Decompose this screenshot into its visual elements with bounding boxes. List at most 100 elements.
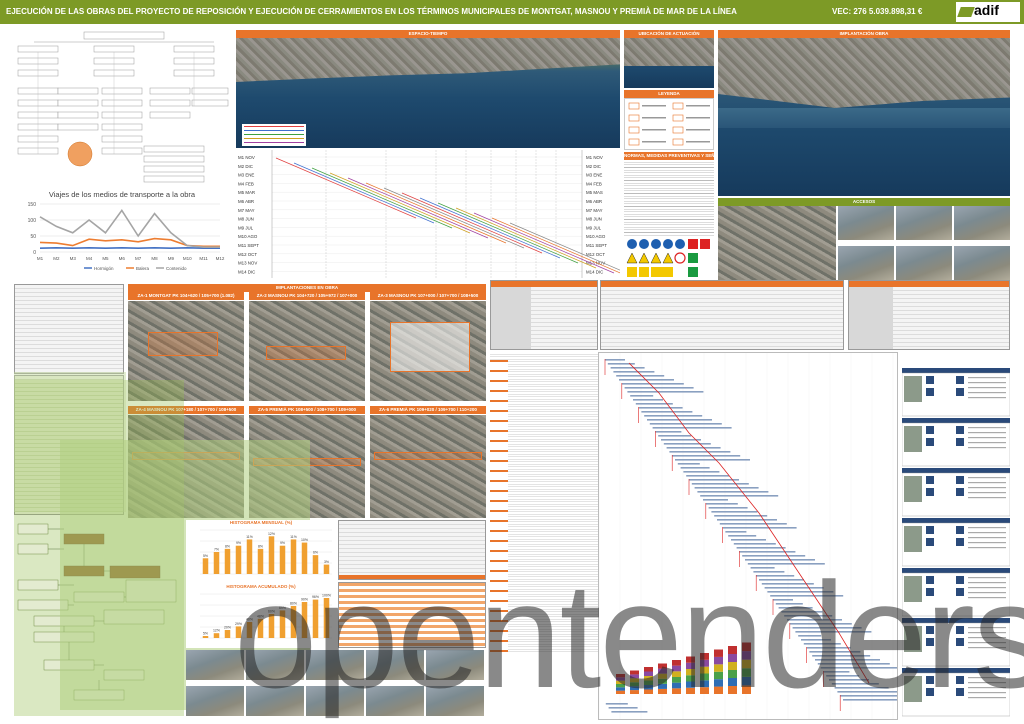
implantacion-header: IMPLANTACIÓN OBRA <box>718 30 1010 38</box>
risk-card-text <box>968 527 1006 529</box>
gantt-bar <box>683 471 720 473</box>
y-tick-label: 100 <box>28 218 37 224</box>
month-label-left: M3 ENE <box>238 173 254 178</box>
month-label-right: M11 SEPT <box>586 243 607 248</box>
activity-line <box>329 172 471 234</box>
month-label-left: M10 AGO <box>238 234 258 239</box>
excavation-table <box>600 280 844 350</box>
zone-3-label: ZA-3 MASNOU PK 107+000 / 107+700 / 108+5… <box>370 292 486 300</box>
bar-value-label: 9% <box>280 541 285 545</box>
gantt-bar <box>686 475 730 477</box>
project-title: EJECUCIÓN DE LAS OBRAS DEL PROYECTO DE R… <box>6 7 737 16</box>
accesos-header: ACCESOS <box>718 198 1010 206</box>
ubicacion-header: UBICACIÓN DE ACTUACIÓN <box>624 30 714 38</box>
risk-card-icon <box>926 476 934 484</box>
machinery-table <box>490 280 598 350</box>
gantt-bar <box>680 467 710 469</box>
x-tick-label: M4 <box>86 256 93 261</box>
normas-header: NORMAS, MEDIDAS PREVENTIVAS Y SEÑALIZACI… <box>624 152 714 160</box>
risk-card-text <box>968 492 1006 494</box>
leyenda-box <box>624 98 714 150</box>
x-tick-label: M1 <box>37 256 44 261</box>
month-label-left: M9 JUL <box>238 225 254 230</box>
gantt-bar <box>669 451 731 453</box>
bar-2 <box>224 548 231 574</box>
bar-value-label: 11% <box>290 535 297 539</box>
org-chart-diagram <box>17 31 229 183</box>
gantt-bar <box>633 399 663 401</box>
bar-value-label: 7% <box>214 548 219 552</box>
series-line-2 <box>39 208 220 249</box>
month-label-right: M12 OCT <box>586 252 605 257</box>
risk-card-icon <box>956 426 964 434</box>
bar-value-label: 11% <box>246 535 253 539</box>
risks-table <box>848 280 1010 350</box>
month-label-right: M1 NOV <box>586 155 603 160</box>
gantt-bar <box>700 495 779 497</box>
gantt-bar <box>644 415 703 417</box>
month-label-left: M13 NOV <box>238 261 257 266</box>
month-label-right: M14 DIC <box>586 269 603 274</box>
gantt-bar <box>627 391 704 393</box>
gantt-bar <box>736 547 786 549</box>
month-label-left: M12 OCT <box>238 252 257 257</box>
risk-card-header <box>902 518 1010 523</box>
bar-value-label: 10% <box>301 538 308 542</box>
adif-logo-text: adif <box>974 2 999 18</box>
histograma-mensual-title: HISTOGRAMA MENSUAL (%) <box>229 520 293 525</box>
gantt-bar <box>694 487 759 489</box>
gantt-bar <box>725 531 747 533</box>
gantt-bar <box>655 431 682 433</box>
risk-card-icon <box>956 388 964 396</box>
risk-card-photo <box>904 476 922 502</box>
legend-label: Balera <box>136 266 150 271</box>
gantt-bar <box>703 499 728 501</box>
activity-line <box>275 157 417 219</box>
adif-logo: adif <box>956 2 1020 22</box>
gantt-bar <box>697 491 769 493</box>
month-label-right: M8 JUN <box>586 217 602 222</box>
risk-card-photo <box>904 376 922 402</box>
gantt-bar <box>638 407 683 409</box>
gantt-bar <box>714 515 768 517</box>
risk-card-header <box>902 418 1010 423</box>
bar-value-label: 8% <box>258 544 263 548</box>
x-tick-label: M8 <box>151 256 158 261</box>
activity-line <box>419 197 561 259</box>
risk-card-icon <box>956 538 964 546</box>
gantt-bar <box>717 519 777 521</box>
month-label-left: M14 DIC <box>238 269 255 274</box>
activity-line <box>455 207 597 269</box>
risk-card-text <box>968 447 1006 449</box>
risk-card-text <box>968 537 1006 539</box>
risk-card-text <box>968 397 1006 399</box>
gantt-bar <box>708 507 748 509</box>
risk-card-icon <box>956 438 964 446</box>
zone-2-label: ZA-2 MASNOU PK 104+720 / 105+972 / 107+0… <box>249 292 365 300</box>
risk-card-text <box>968 442 1006 444</box>
x-tick-label: M10 <box>183 256 192 261</box>
month-label-left: M8 JUN <box>238 217 254 222</box>
risk-card-header <box>902 368 1010 373</box>
legend-label: Contenido <box>166 266 187 271</box>
watermark: opentenders <box>234 551 1024 719</box>
zone-1-label: ZA-1 MONTGAT PK 104+620 / 105+700 (1.082… <box>128 292 244 300</box>
activity-line <box>347 177 489 239</box>
activity-line <box>311 167 453 229</box>
month-label-right: M6 ABR <box>586 199 602 204</box>
month-label-left: M11 SEPT <box>238 243 259 248</box>
bar-value-label: 12% <box>213 629 220 633</box>
espacio-tiempo-diagram: M1 NOV M1 NOV M2 DIC M2 DIC M3 ENE M3 ENE M4 F… <box>236 150 620 280</box>
risk-card-text <box>968 547 1006 549</box>
month-label-left: M5 MAR <box>238 190 255 195</box>
espacio-tiempo-aerial <box>236 38 620 148</box>
bar-value-label: 9% <box>236 541 241 545</box>
espacio-tiempo-grid: M1 NOV M1 NOV M2 DIC M2 DIC M3 ENE M3 ENE M4 F… <box>238 150 620 278</box>
risk-card-text <box>968 532 1006 534</box>
gantt-bar <box>677 463 700 465</box>
gantt-bar <box>666 447 721 449</box>
accesos-photos <box>718 206 1010 280</box>
risk-card-icon <box>926 376 934 384</box>
zone-5-label: ZA-5 PREMIÀ PK 108+500 / 108+700 / 109+0… <box>249 406 365 414</box>
x-tick-label: M5 <box>102 256 109 261</box>
